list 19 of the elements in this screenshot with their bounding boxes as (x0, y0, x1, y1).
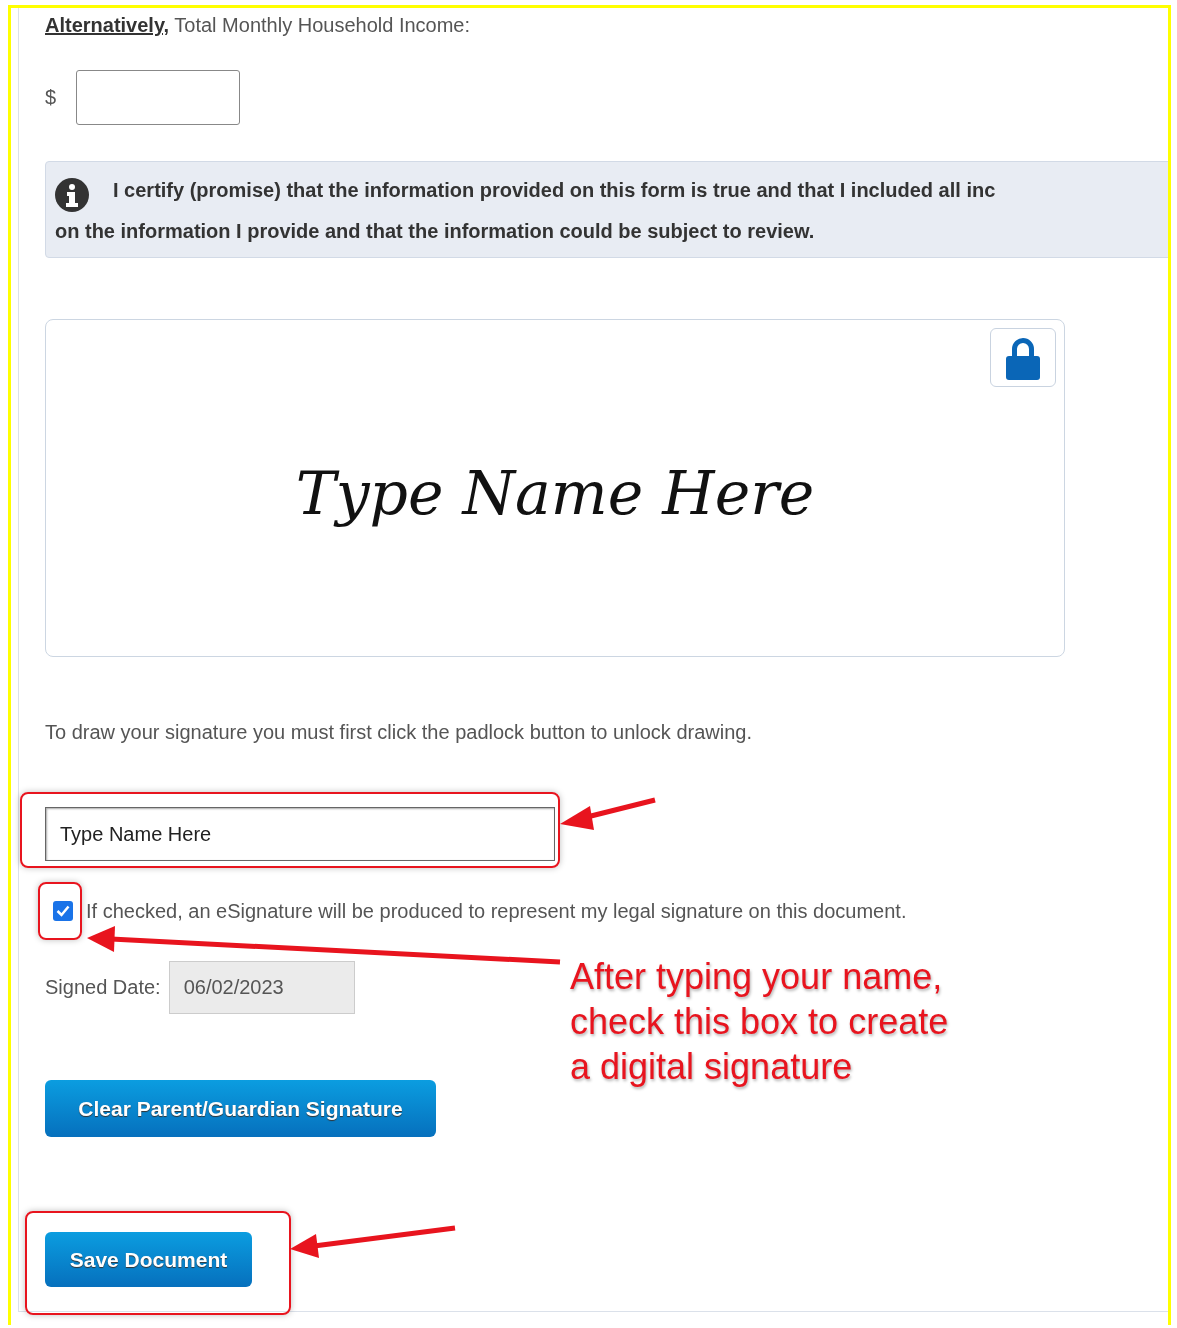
signature-pad[interactable]: Type Name Here (45, 319, 1065, 657)
highlight-frame (38, 882, 82, 940)
name-input-field[interactable]: Type Name Here (45, 807, 555, 861)
esignature-checkbox-label: If checked, an eSignature will be produced to represent my legal signature on this document. (86, 899, 907, 923)
info-icon (55, 178, 89, 212)
income-input-field[interactable] (76, 70, 241, 125)
clear-signature-button[interactable]: Clear Parent/Guardian Signature (45, 1080, 436, 1137)
certification-text: I certify (promise) that the information provided on this form is true and that I included all inc (113, 178, 996, 203)
padlock-button[interactable] (990, 328, 1056, 387)
income-label: Alternatively, Total Monthly Household Income: (45, 14, 472, 36)
signature-instructions: To draw your signature you must first click the padlock button to unlock drawing. (45, 721, 753, 743)
currency-symbol: $ (45, 86, 57, 109)
signed-date-label: Signed Date: (45, 976, 161, 999)
padlock-icon (1004, 335, 1042, 380)
annotation-text: After typing your name, check this box to create a digital signature (570, 955, 949, 1089)
save-document-button[interactable]: Save Document (45, 1232, 252, 1287)
signature-preview: Type Name Here (295, 457, 815, 528)
certification-text: on the information I provide and that the information could be subject to review. (55, 219, 815, 244)
esignature-checkbox[interactable] (53, 901, 73, 921)
